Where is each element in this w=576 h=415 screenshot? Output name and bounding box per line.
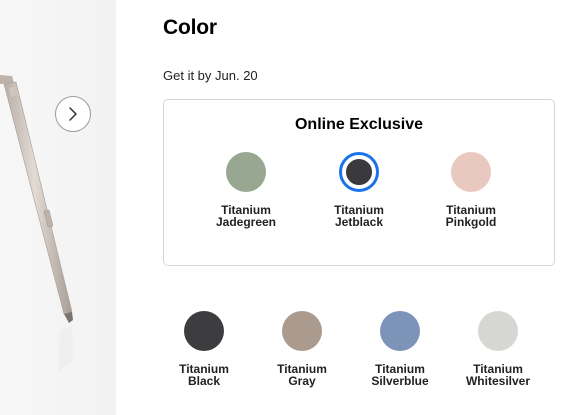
selected-swatch-ring: [339, 152, 379, 192]
color-label: Titanium Jetblack: [334, 203, 384, 229]
color-swatch: [344, 157, 374, 187]
product-image-gallery: [0, 0, 116, 415]
online-exclusive-title: Online Exclusive: [294, 116, 424, 133]
online-exclusive-box: Online Exclusive Titanium Jadegreen Tita…: [163, 99, 555, 266]
color-swatch: [282, 311, 322, 351]
swatch-wrap: [184, 311, 224, 351]
color-option-titanium-whitesilver[interactable]: Titanium Whitesilver: [448, 311, 548, 387]
swatch-wrap: [478, 311, 518, 351]
color-swatch: [380, 311, 420, 351]
swatch-wrap: [282, 311, 322, 351]
color-option-titanium-jadegreen[interactable]: Titanium Jadegreen: [196, 152, 296, 228]
color-label: Titanium Jadegreen: [215, 203, 277, 229]
color-label: Titanium Gray: [277, 362, 327, 388]
swatch-wrap: [451, 152, 491, 192]
delivery-estimate: Get it by Jun. 20: [163, 68, 258, 83]
color-option-titanium-pinkgold[interactable]: Titanium Pinkgold: [421, 152, 521, 228]
color-label: Titanium Whitesilver: [465, 362, 531, 388]
color-option-titanium-black[interactable]: Titanium Black: [154, 311, 254, 387]
swatch-wrap: [380, 311, 420, 351]
color-swatch: [451, 152, 491, 192]
swatch-wrap: [226, 152, 266, 192]
color-option-titanium-gray[interactable]: Titanium Gray: [252, 311, 352, 387]
chevron-right-icon: [69, 107, 77, 121]
section-title: Color: [163, 16, 217, 39]
color-swatch: [478, 311, 518, 351]
color-label: Titanium Silverblue: [371, 362, 429, 388]
color-option-titanium-silverblue[interactable]: Titanium Silverblue: [350, 311, 450, 387]
color-option-titanium-jetblack[interactable]: Titanium Jetblack: [309, 152, 409, 228]
next-image-button[interactable]: [55, 96, 91, 132]
color-swatch: [226, 152, 266, 192]
color-swatch: [184, 311, 224, 351]
color-label: Titanium Black: [179, 362, 229, 388]
s-pen-image: [0, 75, 74, 372]
color-label: Titanium Pinkgold: [445, 203, 497, 229]
